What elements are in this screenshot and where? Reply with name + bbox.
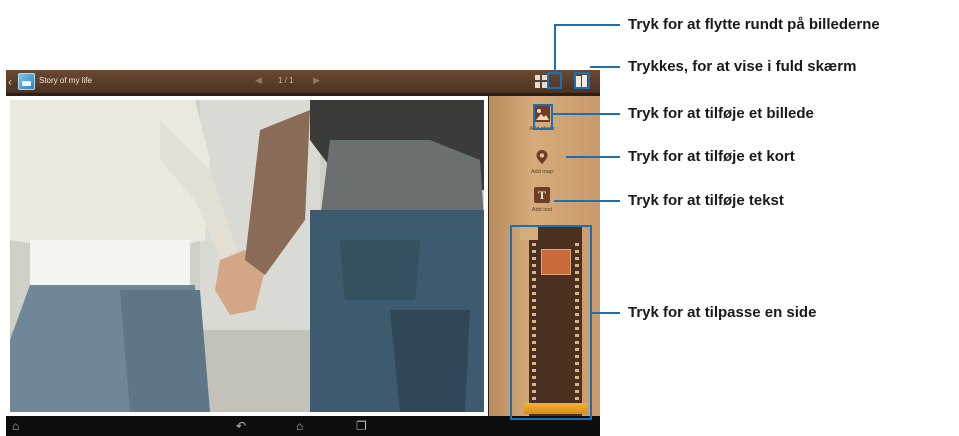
callout-grid-box (547, 72, 562, 89)
couple-photo (10, 100, 484, 412)
launcher-icon[interactable]: ⌂ (12, 419, 19, 433)
album-title: Story of my life (39, 76, 92, 85)
photo-page[interactable] (6, 96, 488, 416)
leader-line-fullscreen (590, 66, 620, 68)
recent-apps-icon[interactable]: ❐ (356, 419, 367, 433)
back-chevron-icon[interactable]: ‹ (8, 75, 18, 89)
annotation-fullscreen: Trykkes, for at vise i fuld skærm (628, 58, 857, 75)
top-action-bar: ‹ Story of my life ◀ 1 / 1 ▶ (6, 70, 600, 94)
annotation-add-photo: Tryk for at tilføje et billede (628, 105, 814, 122)
callout-filmstrip-box (510, 225, 592, 420)
leader-line-filmstrip (592, 312, 620, 314)
leader-line-add-text (554, 200, 620, 202)
album-app-icon[interactable] (18, 73, 35, 90)
leader-line-add-photo (553, 113, 620, 115)
leader-line-grid-vertical (554, 24, 556, 72)
callout-add-photo-box (533, 104, 553, 130)
add-map-label: Add map (530, 169, 553, 175)
add-map-button[interactable]: Add map (517, 149, 567, 175)
add-text-label: Add text (531, 207, 553, 213)
annotation-customize-page: Tryk for at tilpasse en side (628, 304, 817, 321)
annotation-add-map: Tryk for at tilføje et kort (628, 148, 795, 165)
annotation-add-text: Tryk for at tilføje tekst (628, 192, 784, 209)
map-pin-icon (534, 149, 550, 165)
grid-view-icon[interactable] (534, 74, 548, 89)
home-icon[interactable]: ⌂ (296, 419, 303, 433)
text-icon: T (534, 187, 550, 203)
page-indicator: 1 / 1 (278, 76, 294, 85)
previous-page-icon[interactable]: ◀ (255, 75, 262, 86)
annotation-rearrange-photos: Tryk for at flytte rundt på billederne (628, 16, 880, 33)
leader-line-add-map (566, 156, 620, 158)
back-icon[interactable]: ↶ (236, 419, 246, 433)
callout-fullscreen-box (574, 72, 590, 89)
next-page-icon[interactable]: ▶ (313, 75, 320, 86)
leader-line-grid-horizontal (554, 24, 620, 26)
